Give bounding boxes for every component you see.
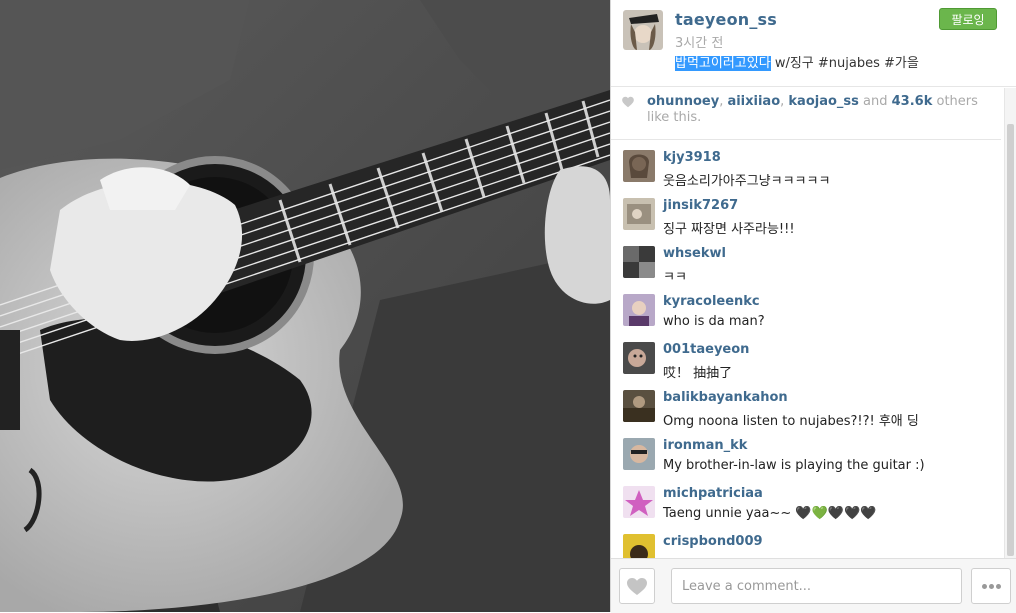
commenter-avatar[interactable] (623, 342, 655, 374)
comment-text: Omg noona listen to nujabes?!?! 후애 딩 (663, 414, 919, 429)
author-avatar[interactable] (623, 10, 663, 50)
comment-username[interactable]: crispbond009 (663, 534, 763, 549)
comment-item: kjy3918 웃음소리가아주그냥ㅋㅋㅋㅋㅋ (611, 140, 1003, 189)
comment-username[interactable]: whsekwl (663, 246, 726, 261)
comment-text: 哎！ 抽抽了 (663, 366, 733, 381)
comment-text: 웃음소리가아주그냥ㅋㅋㅋㅋㅋ (663, 174, 831, 189)
commenter-avatar[interactable] (623, 198, 655, 230)
caption-selected-text: 밥먹고이러고있다 (675, 56, 771, 71)
commenter-avatar[interactable] (623, 294, 655, 326)
comment-text: who is da man? (663, 314, 765, 329)
follow-button[interactable]: 팔로잉 (939, 8, 997, 30)
more-options-button[interactable] (971, 568, 1011, 604)
more-dots-icon (981, 574, 1002, 593)
comment-input[interactable] (671, 568, 962, 604)
comment-text: Taeng unnie yaa~~ 🖤💚🖤🖤🖤 (663, 506, 877, 521)
comment-text: 징구 짜장면 사주라능!!! (663, 222, 795, 237)
comment-username[interactable]: 001taeyeon (663, 342, 749, 357)
commenter-avatar[interactable] (623, 486, 655, 518)
comment-username[interactable]: kyracoleenkc (663, 294, 760, 309)
author-avatar-image (623, 10, 663, 50)
comment-item: whsekwl ㅋㅋ (611, 236, 1003, 285)
like-user[interactable]: kaojao_ss (788, 94, 858, 109)
comment-item: crispbond009 (611, 524, 1003, 558)
commenter-avatar[interactable] (623, 246, 655, 278)
comments-scrollbar[interactable] (1004, 88, 1016, 558)
post-sidebar: taeyeon_ss 3시간 전 밥먹고이러고있다 w/징구 #nujabes … (610, 0, 1016, 613)
heart-icon (627, 578, 647, 595)
likes-summary: ohunnoey, aiixiiao, kaojao_ss and 43.6k … (611, 87, 1001, 140)
like-user[interactable]: ohunnoey (647, 94, 719, 109)
comment-text: My brother-in-law is playing the guitar … (663, 458, 925, 473)
post-caption: 밥먹고이러고있다 w/징구 #nujabes #가을 (675, 52, 919, 71)
comments-list: kjy3918 웃음소리가아주그냥ㅋㅋㅋㅋㅋ jinsik7267 징구 짜장면… (611, 140, 1003, 558)
comment-username[interactable]: ironman_kk (663, 438, 747, 453)
comment-username[interactable]: jinsik7267 (663, 198, 738, 213)
likes-text: ohunnoey, aiixiiao, kaojao_ss and 43.6k … (647, 94, 992, 126)
comment-item: michpatriciaa Taeng unnie yaa~~ 🖤💚🖤🖤🖤 (611, 476, 1003, 524)
post-header: taeyeon_ss 3시간 전 밥먹고이러고있다 w/징구 #nujabes … (611, 0, 1016, 87)
commenter-avatar[interactable] (623, 390, 655, 422)
like-button[interactable] (619, 568, 655, 604)
comment-text: ㅋㅋ (663, 270, 687, 285)
like-and: and (858, 94, 892, 109)
comment-username[interactable]: michpatriciaa (663, 486, 763, 501)
comment-username[interactable]: kjy3918 (663, 150, 721, 165)
comment-item: 001taeyeon 哎！ 抽抽了 (611, 332, 1003, 381)
scrollbar-thumb[interactable] (1007, 124, 1014, 556)
comment-item: kyracoleenkc who is da man? (611, 284, 1003, 332)
commenter-avatar[interactable] (623, 438, 655, 470)
like-count[interactable]: 43.6k (892, 94, 933, 109)
comment-item: balikbayankahon Omg noona listen to nuja… (611, 380, 1003, 429)
author-username[interactable]: taeyeon_ss (675, 10, 777, 29)
caption-text: w/징구 #nujabes #가을 (770, 56, 919, 71)
post-footer (611, 558, 1016, 613)
commenter-avatar[interactable] (623, 534, 655, 558)
post-photo[interactable] (0, 0, 610, 612)
comment-item: ironman_kk My brother-in-law is playing … (611, 428, 1003, 476)
heart-icon (622, 96, 634, 108)
commenter-avatar[interactable] (623, 150, 655, 182)
comment-username[interactable]: balikbayankahon (663, 390, 788, 405)
guitar-photo-image (0, 0, 610, 612)
post-timestamp: 3시간 전 (675, 36, 724, 51)
comment-item: jinsik7267 징구 짜장면 사주라능!!! (611, 188, 1003, 237)
like-user[interactable]: aiixiiao (727, 94, 780, 109)
